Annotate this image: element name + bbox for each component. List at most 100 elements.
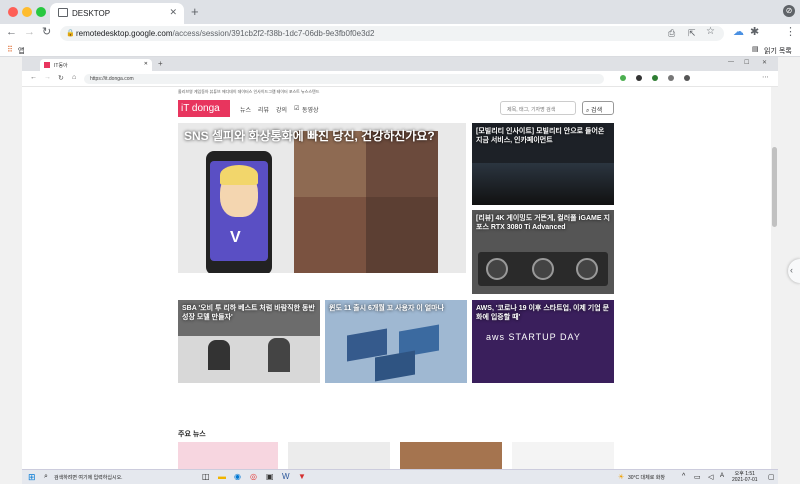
news-thumb-4[interactable] [512, 442, 614, 469]
new-tab-button[interactable]: + [191, 5, 199, 18]
news-thumb-1[interactable] [178, 442, 278, 469]
address-bar[interactable]: 🔒 remotedesktop.google.com/access/sessio… [60, 26, 724, 41]
clock[interactable]: 오후 1:51 2021-07-01 [732, 471, 758, 483]
row-card-sba[interactable]: SBA '오비 투 리하 베스트 처럼 바람직한 동반 성장 모델 만들자' [178, 300, 320, 383]
remote-desktop-view[interactable]: IT동아 ✕ + — ☐ ✕ ← → ↻ ⌂ https://it.donga.… [0, 57, 800, 484]
inner-tab-itdonga[interactable]: IT동아 ✕ [40, 59, 152, 71]
inner-toolbar: ← → ↻ ⌂ https://it.donga.com ⋯ [22, 71, 778, 87]
taskbar-search-input[interactable]: 검색하려면 여기에 입력하십시오. [54, 474, 123, 481]
word-icon[interactable]: W [282, 472, 290, 481]
featured-article[interactable]: V SNS 셀피와 화상통화에 빠진 당신, 건강하신가요? [178, 123, 466, 273]
url-host: remotedesktop.google.com [76, 29, 173, 38]
selfie-image-3 [294, 197, 366, 273]
edge-icon[interactable]: ◉ [234, 472, 241, 481]
bookmark-star-icon[interactable]: ☆ [706, 26, 715, 38]
back-icon[interactable]: ← [6, 26, 17, 38]
nav-news[interactable]: 뉴스 [240, 105, 251, 114]
app-icon[interactable]: ▼ [298, 472, 306, 481]
ext-green-icon[interactable] [620, 75, 626, 81]
url-path: /access/session/391cb2f2-f38b-1dc7-06db-… [172, 29, 375, 38]
site-search-input[interactable]: 제목, 태그, 기자명 검색 [500, 101, 576, 115]
ime-icon[interactable]: A [720, 473, 724, 479]
selfie-image-4 [366, 197, 438, 273]
menu-icon[interactable]: ⋮ [785, 26, 796, 38]
inner-new-tab-button[interactable]: + [158, 59, 163, 68]
news-thumb-3[interactable] [400, 442, 502, 469]
install-icon[interactable]: ⎙ [668, 27, 675, 39]
profile-icon[interactable]: ⊘ [783, 5, 795, 17]
volume-icon[interactable]: ◁ [708, 473, 713, 481]
chrome-icon[interactable]: ◎ [250, 472, 257, 481]
featured-caption: SNS 셀피와 화상통화에 빠진 당신, 건강하신가요? [184, 129, 435, 143]
weather-icon: ☀ [618, 474, 625, 481]
apps-label[interactable]: 앱 [18, 46, 24, 56]
nav-video[interactable]: 동영상 [302, 105, 319, 114]
site-favicon-icon [44, 62, 50, 68]
site-search-button[interactable]: ⌕ 검색 [582, 101, 614, 115]
close-tab-icon[interactable]: ✕ [169, 7, 177, 18]
outer-tab-strip: DESKTOP ✕ + ⊘ [0, 0, 800, 24]
site-logo[interactable]: iT donga [178, 100, 230, 117]
file-explorer-icon[interactable]: ▬ [218, 472, 226, 481]
weather-text[interactable]: 30°C 대체로 화창 [628, 474, 665, 481]
tab-title: DESKTOP [72, 9, 111, 18]
phone-image: V [206, 151, 272, 273]
tab-desktop[interactable]: DESKTOP ✕ [50, 3, 184, 24]
ext-cloud-icon[interactable] [668, 75, 674, 81]
forward-icon[interactable]: → [24, 26, 35, 38]
side-card-mobility[interactable]: [모빌리티 인사이트] 모빌리티 안으로 들어온 지금 서비스, 인카페이먼트 [472, 123, 614, 205]
close-window-button[interactable] [8, 7, 18, 17]
inner-close-tab-icon[interactable]: ✕ [144, 61, 148, 67]
cloud-extension-icon[interactable]: ☁ [733, 26, 744, 38]
news-thumb-2[interactable] [288, 442, 390, 469]
inner-menu-icon[interactable]: ⋯ [762, 73, 769, 81]
network-icon[interactable]: ▭ [694, 473, 701, 481]
windows-start-icon[interactable]: ⊞ [28, 472, 36, 483]
row-card-sba-caption: SBA '오비 투 리하 베스트 처럼 바람직한 동반 성장 모델 만들자' [182, 305, 315, 321]
share-icon[interactable]: ⇱ [688, 27, 696, 39]
site-topline-links[interactable]: 올리브영 게임동아 뷰튜브 에디데이 데이터스 인사이드그램 테이터 포스트 뉴… [178, 89, 618, 96]
inner-home-icon[interactable]: ⌂ [72, 74, 76, 81]
tray-chevron-icon[interactable]: ^ [682, 473, 685, 480]
task-view-icon[interactable]: ◫ [202, 472, 210, 481]
bookmarks-bar: ⠿ 앱 ▤ 읽기 목록 [0, 42, 800, 57]
side-card-rtx-caption: [리뷰] 4K 게이밍도 거뜬게, 컬러풀 iGAME 지포스 RTX 3080… [476, 215, 610, 231]
scroll-thumb[interactable] [772, 147, 777, 227]
extensions-icon[interactable]: ✱ [750, 26, 759, 38]
section-title: 주요 뉴스 [178, 431, 206, 438]
inner-maximize-button[interactable]: ☐ [744, 59, 749, 66]
row-card-aws[interactable]: AWS, '코로나 19 이후 스타트업, 이제 기업 문화에 입증할 때' a… [472, 300, 614, 383]
inner-scrollbar[interactable] [771, 87, 778, 469]
inner-close-button[interactable]: ✕ [762, 59, 767, 66]
nav-lecture[interactable]: 강의 [276, 105, 287, 114]
inner-back-icon[interactable]: ← [30, 74, 37, 81]
inner-minimize-button[interactable]: — [728, 59, 734, 65]
nav-review[interactable]: 리뷰 [258, 105, 269, 114]
ext-dark-icon[interactable] [636, 75, 642, 81]
side-card-rtx[interactable]: [리뷰] 4K 게이밍도 거뜬게, 컬러풀 iGAME 지포스 RTX 3080… [472, 210, 614, 294]
reload-icon[interactable]: ↻ [42, 26, 51, 38]
notification-icon[interactable]: ▢ [768, 473, 775, 481]
minimize-window-button[interactable] [22, 7, 32, 17]
inner-reload-icon[interactable]: ↻ [58, 74, 64, 82]
row-card-windows-caption: 윈도 11 출시 6개월 꼬 사용자 이 얼마나 [329, 305, 445, 312]
inner-address-bar[interactable]: https://it.donga.com [84, 74, 604, 84]
store-icon[interactable]: ▣ [266, 472, 274, 481]
row-card-windows[interactable]: 윈도 11 출시 6개월 꼬 사용자 이 얼마나 [325, 300, 467, 383]
ext-shield-icon[interactable] [652, 75, 658, 81]
apps-grid-icon[interactable]: ⠿ [7, 45, 13, 54]
reading-list-label[interactable]: 읽기 목록 [764, 46, 792, 56]
maximize-window-button[interactable] [36, 7, 46, 17]
ext-puzzle-icon[interactable] [684, 75, 690, 81]
site-header: iT donga 뉴스 리뷰 강의 ☑ 동영상 제목, 태그, 기자명 검색 ⌕… [178, 99, 618, 119]
reading-list-icon[interactable]: ▤ [752, 45, 759, 53]
outer-toolbar: ← → ↻ 🔒 remotedesktop.google.com/access/… [0, 24, 800, 42]
row-card-aws-caption: AWS, '코로나 19 이후 스타트업, 이제 기업 문화에 입증할 때' [476, 305, 610, 321]
search-button-label: 검색 [591, 108, 603, 114]
lock-icon: 🔒 [66, 30, 75, 37]
clock-date: 2021-07-01 [732, 477, 758, 483]
aws-startup-day-text: aws STARTUP DAY [486, 332, 581, 342]
search-icon: ⌕ [586, 108, 590, 114]
taskbar-search-icon: ⌕ [44, 473, 48, 480]
inner-forward-icon[interactable]: → [44, 74, 51, 81]
